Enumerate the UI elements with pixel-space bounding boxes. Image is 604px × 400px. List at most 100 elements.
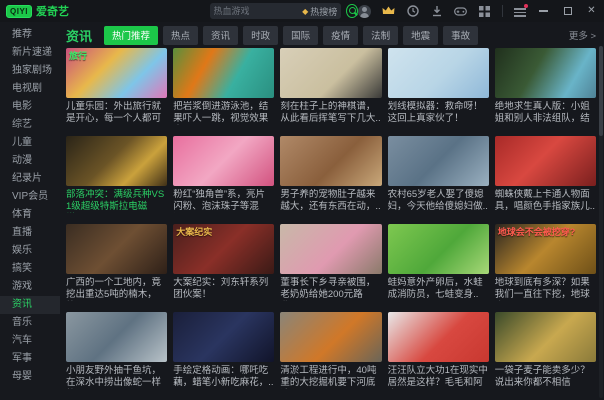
video-thumbnail[interactable]: 地球会不会被挖穿? — [494, 224, 596, 274]
video-card-r2-c4[interactable]: 农村65岁老人娶了傻媳妇，今天他给傻媳妇做.. — [387, 136, 489, 213]
video-card-r3-c4[interactable]: 蛙妈意外产卵后，水蛙成消防员，七蛙变身.. — [387, 224, 489, 301]
video-card-r1-c1[interactable]: 旅行儿童乐园：外出旅行就是开心，每一个人都可以.. — [66, 48, 168, 125]
sidebar-item-15[interactable]: 资讯 — [0, 296, 60, 314]
video-thumbnail[interactable] — [173, 136, 275, 186]
sidebar-item-12[interactable]: 娱乐 — [0, 242, 60, 260]
video-card-r4-c5[interactable]: 一袋子麦子能卖多少？说出来你都不相信 — [494, 312, 596, 389]
sidebar-item-4[interactable]: 电影 — [0, 98, 60, 116]
sidebar-item-8[interactable]: 纪录片 — [0, 170, 60, 188]
video-title[interactable]: 蜘蛛侠戴上卡通人物面具，唱颜色手指家族儿.. — [495, 189, 596, 213]
video-card-r3-c2[interactable]: 大案纪实大案纪实：刘东轩系列团伙案！ — [173, 224, 275, 301]
video-card-r1-c2[interactable]: 把岩浆倒进游泳池，结果吓人一跳，视觉效果太.. — [173, 48, 275, 125]
video-thumbnail[interactable] — [66, 224, 168, 274]
apps-grid-icon[interactable] — [478, 5, 491, 18]
video-card-r1-c4[interactable]: 划线模拟器：救命呀！这回上真家伙了！ — [387, 48, 489, 125]
maximize-button[interactable] — [561, 5, 574, 18]
video-card-r1-c3[interactable]: 刻在柱子上的神棋谱，从此看后挥笔写下几大.. — [280, 48, 382, 125]
video-title[interactable]: 刻在柱子上的神棋谱，从此看后挥笔写下几大.. — [280, 101, 381, 125]
video-card-r3-c3[interactable]: 董事长下乡寻亲被围，老奶奶给她200元路费，.. — [280, 224, 382, 301]
sidebar-item-19[interactable]: 母婴 — [0, 368, 60, 386]
video-card-r4-c4[interactable]: 汪汪队立大功1在现实中居然是这样？毛毛和阿奇.. — [387, 312, 489, 389]
video-title[interactable]: 地球到底有多深？如果我们一直往下挖，地球会.. — [495, 277, 596, 301]
video-thumbnail[interactable] — [280, 224, 382, 274]
tab-4[interactable]: 国际 — [283, 25, 319, 45]
user-avatar[interactable] — [358, 4, 371, 18]
video-title[interactable]: 把岩浆倒进游泳池，结果吓人一跳，视觉效果太.. — [173, 101, 274, 125]
video-card-r1-c5[interactable]: 绝地求生真人版：小姐姐和别人非法组队，结果.. — [494, 48, 596, 125]
video-thumbnail[interactable] — [66, 312, 168, 362]
video-thumbnail[interactable] — [280, 312, 382, 362]
video-thumbnail[interactable] — [387, 312, 489, 362]
video-title[interactable]: 粉红“独角兽”系，亮片闪粉、泡沫珠子等混泥，.. — [173, 189, 274, 213]
vertical-scrollbar[interactable] — [599, 46, 603, 398]
video-title[interactable]: 一袋子麦子能卖多少？说出来你都不相信 — [495, 365, 596, 389]
video-title[interactable]: 小朋友野外抽干鱼坑，在深水中捞出像蛇一样的.. — [66, 365, 167, 389]
sidebar-item-17[interactable]: 汽车 — [0, 332, 60, 350]
video-thumbnail[interactable]: 大案纪实 — [173, 224, 275, 274]
video-card-r2-c1[interactable]: 部落冲突：满级兵种VS1级超级特斯拉电磁塔，.. — [66, 136, 168, 213]
tab-6[interactable]: 法制 — [363, 25, 399, 45]
more-link[interactable]: 更多 > — [569, 28, 596, 42]
video-title[interactable]: 手绘定格动画：哪吒吃藕，蜡笔小新吃麻花，.. — [173, 365, 274, 389]
scrollbar-thumb[interactable] — [599, 46, 603, 136]
tab-8[interactable]: 事故 — [443, 25, 479, 45]
video-thumbnail[interactable] — [280, 136, 382, 186]
hot-search-link[interactable]: ◆ 热搜榜 — [302, 5, 337, 18]
history-clock-icon[interactable] — [406, 5, 419, 18]
main-menu-icon[interactable] — [514, 4, 528, 17]
search-bar[interactable]: ◆ 热搜榜 — [209, 3, 342, 19]
sidebar-item-10[interactable]: 体育 — [0, 206, 60, 224]
video-title[interactable]: 农村65岁老人娶了傻媳妇，今天他给傻媳妇做.. — [388, 189, 489, 213]
video-title[interactable]: 儿童乐园：外出旅行就是开心，每一个人都可以.. — [66, 101, 167, 125]
app-logo[interactable]: QIYI 爱奇艺 — [6, 3, 210, 19]
video-title[interactable]: 汪汪队立大功1在现实中居然是这样？毛毛和阿奇.. — [388, 365, 489, 389]
video-title[interactable]: 男子养的宠物肚子越来越大，还有东西在动，.. — [280, 189, 381, 213]
tab-2[interactable]: 资讯 — [203, 25, 239, 45]
video-card-r4-c2[interactable]: 手绘定格动画：哪吒吃藕，蜡笔小新吃麻花，.. — [173, 312, 275, 389]
sidebar-item-3[interactable]: 电视剧 — [0, 80, 60, 98]
tab-7[interactable]: 地震 — [403, 25, 439, 45]
video-thumbnail[interactable] — [387, 224, 489, 274]
video-title[interactable]: 大案纪实：刘东轩系列团伙案！ — [173, 277, 274, 301]
video-title[interactable]: 绝地求生真人版：小姐姐和别人非法组队，结果.. — [495, 101, 596, 125]
sidebar-item-18[interactable]: 军事 — [0, 350, 60, 368]
video-thumbnail[interactable] — [387, 136, 489, 186]
sidebar-item-2[interactable]: 独家剧场 — [0, 62, 60, 80]
video-thumbnail[interactable] — [173, 312, 275, 362]
video-card-r3-c5[interactable]: 地球会不会被挖穿? 地球到底有多深？如果我们一直往下挖，地球会.. — [494, 224, 596, 301]
video-title[interactable]: 清淤工程进行中，40吨重的大挖掘机要下河底清.. — [280, 365, 381, 389]
video-thumbnail[interactable] — [66, 136, 168, 186]
video-thumbnail[interactable] — [494, 312, 596, 362]
sidebar-item-13[interactable]: 搞笑 — [0, 260, 60, 278]
video-thumbnail[interactable]: 旅行 — [66, 48, 168, 98]
video-title[interactable]: 广西的一个工地内，竟挖出重达5吨的楠木，简.. — [66, 277, 167, 301]
sidebar-item-7[interactable]: 动漫 — [0, 152, 60, 170]
video-card-r2-c2[interactable]: 粉红“独角兽”系，亮片闪粉、泡沫珠子等混泥，.. — [173, 136, 275, 213]
video-card-r2-c3[interactable]: 男子养的宠物肚子越来越大，还有东西在动，.. — [280, 136, 382, 213]
video-thumbnail[interactable] — [387, 48, 489, 98]
download-icon[interactable] — [430, 5, 443, 18]
sidebar-item-9[interactable]: VIP会员 — [0, 188, 60, 206]
video-thumbnail[interactable] — [280, 48, 382, 98]
close-button[interactable]: ✕ — [585, 5, 598, 18]
sidebar-item-1[interactable]: 新片速递 — [0, 44, 60, 62]
video-card-r2-c5[interactable]: 蜘蛛侠戴上卡通人物面具，唱颜色手指家族儿.. — [494, 136, 596, 213]
sidebar-item-6[interactable]: 儿童 — [0, 134, 60, 152]
tab-3[interactable]: 时政 — [243, 25, 279, 45]
video-card-r4-c3[interactable]: 清淤工程进行中，40吨重的大挖掘机要下河底清.. — [280, 312, 382, 389]
video-title[interactable]: 部落冲突：满级兵种VS1级超级特斯拉电磁塔，.. — [66, 189, 167, 213]
tab-0[interactable]: 热门推荐 — [104, 25, 159, 45]
sidebar-item-5[interactable]: 综艺 — [0, 116, 60, 134]
search-button[interactable] — [346, 4, 358, 18]
sidebar-item-11[interactable]: 直播 — [0, 224, 60, 242]
vip-crown-icon[interactable] — [382, 5, 395, 18]
video-card-r3-c1[interactable]: 广西的一个工地内，竟挖出重达5吨的楠木，简.. — [66, 224, 168, 301]
gamepad-icon[interactable] — [454, 5, 467, 18]
sidebar-item-0[interactable]: 推荐 — [0, 26, 60, 44]
video-title[interactable]: 董事长下乡寻亲被围，老奶奶给她200元路费，.. — [280, 277, 381, 301]
video-title[interactable]: 蛙妈意外产卵后，水蛙成消防员，七蛙变身.. — [388, 277, 489, 301]
search-input[interactable] — [213, 6, 303, 16]
tab-1[interactable]: 热点 — [163, 25, 199, 45]
minimize-button[interactable] — [537, 5, 550, 18]
video-thumbnail[interactable] — [494, 48, 596, 98]
